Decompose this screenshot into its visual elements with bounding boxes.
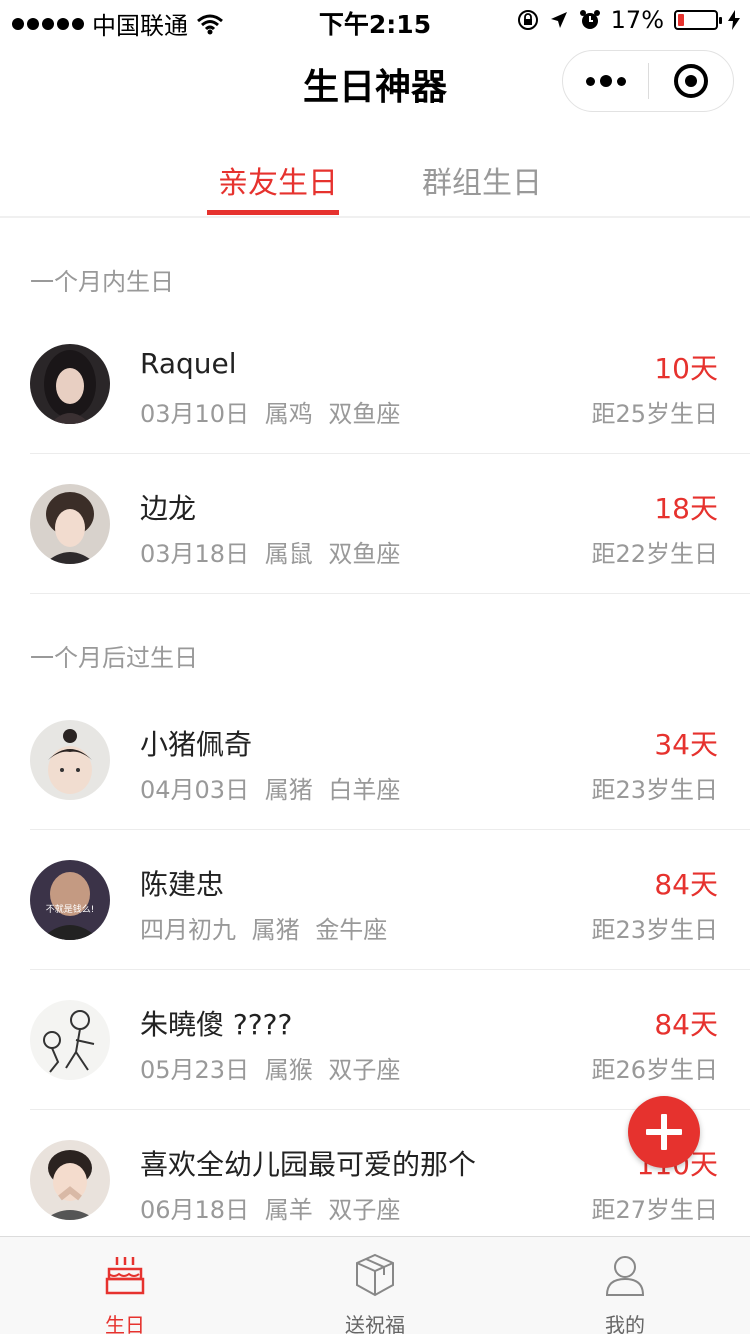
person-icon	[605, 1256, 645, 1296]
age-countdown: 距23岁生日	[591, 776, 718, 804]
birth-date: 05月23日	[140, 1056, 250, 1084]
list-item[interactable]: Raquel 03月10日 属鸡 双鱼座 10天 距25岁生日	[0, 314, 750, 454]
chinese-zodiac: 属猪	[251, 916, 300, 944]
days-until: 34天	[654, 728, 718, 761]
chinese-zodiac: 属鸡	[264, 400, 313, 428]
age-countdown: 距23岁生日	[591, 916, 718, 944]
contact-name: 朱曉傻 ????	[140, 1008, 293, 1041]
contact-meta: 四月初九 属猪 金牛座	[140, 910, 387, 945]
avatar	[30, 1140, 110, 1220]
avatar: 不就是钱么!	[30, 860, 110, 940]
row-divider	[30, 593, 750, 594]
days-until: 18天	[654, 492, 718, 525]
avatar	[30, 1000, 110, 1080]
more-dot-icon	[599, 75, 612, 87]
days-until: 84天	[654, 868, 718, 901]
tab-friends-birthday[interactable]: 亲友生日	[218, 158, 338, 202]
list-item[interactable]: 边龙 03月18日 属鼠 双鱼座 18天 距22岁生日	[0, 454, 750, 594]
contact-name: 陈建忠	[140, 868, 225, 901]
birth-date: 04月03日	[140, 776, 250, 804]
star-sign: 双鱼座	[328, 540, 401, 568]
tabbar-label: 我的	[605, 1313, 645, 1334]
tabbar-item-mine[interactable]: 我的	[500, 1237, 750, 1334]
active-tab-indicator	[207, 210, 339, 215]
chinese-zodiac: 属鼠	[264, 540, 313, 568]
birth-date: 03月10日	[140, 400, 250, 428]
contact-meta: 06月18日 属羊 双子座	[140, 1190, 400, 1225]
contact-name: 喜欢全幼儿园最可爱的那个	[140, 1148, 477, 1181]
age-countdown: 距22岁生日	[591, 540, 718, 568]
list-item[interactable]: 朱曉傻 ???? 05月23日 属猴 双子座 84天 距26岁生日	[0, 970, 750, 1110]
days-until: 10天	[654, 352, 718, 385]
contact-meta: 05月23日 属猴 双子座	[140, 1050, 400, 1085]
birth-date: 四月初九	[140, 916, 236, 944]
battery-icon	[674, 10, 722, 30]
more-menu-button[interactable]	[563, 51, 648, 111]
contact-meta: 03月10日 属鸡 双鱼座	[140, 394, 400, 429]
add-birthday-button[interactable]	[628, 1096, 700, 1168]
list-item[interactable]: 小猪佩奇 04月03日 属猪 白羊座 34天 距23岁生日	[0, 690, 750, 830]
chinese-zodiac: 属羊	[264, 1196, 313, 1224]
status-bar: 中国联通 下午2:15 17%	[0, 0, 750, 40]
avatar-caption: 不就是钱么!	[46, 903, 95, 915]
alarm-icon	[579, 10, 600, 29]
mini-program-capsule	[562, 50, 734, 112]
birth-date: 03月18日	[140, 540, 250, 568]
tab-group-birthday[interactable]: 群组生日	[422, 158, 542, 202]
contact-name: 边龙	[140, 492, 197, 525]
birth-date: 06月18日	[140, 1196, 250, 1224]
tabbar-item-send-wishes[interactable]: 送祝福	[250, 1237, 500, 1334]
contact-name: Raquel	[140, 347, 237, 380]
location-arrow-icon	[550, 12, 567, 28]
section-title-within-month: 一个月内生日	[30, 268, 174, 296]
section-title-after-month: 一个月后过生日	[30, 644, 198, 672]
cake-icon	[105, 1257, 145, 1295]
avatar	[30, 484, 110, 564]
star-sign: 双子座	[328, 1056, 401, 1084]
more-dot-icon	[616, 76, 626, 86]
contact-meta: 03月18日 属鼠 双鱼座	[140, 534, 400, 569]
status-right: 17%	[517, 6, 740, 34]
gift-box-icon	[356, 1253, 394, 1297]
contact-meta: 04月03日 属猪 白羊座	[140, 770, 400, 805]
battery-fill	[678, 14, 684, 26]
plus-icon	[646, 1114, 682, 1150]
age-countdown: 距26岁生日	[591, 1056, 718, 1084]
star-sign: 双鱼座	[328, 400, 401, 428]
bottom-tab-bar: 生日 送祝福 我的	[0, 1236, 750, 1334]
list-item[interactable]: 不就是钱么! 陈建忠 四月初九 属猪 金牛座 84天 距23岁生日	[0, 830, 750, 970]
tab-bar-top: 亲友生日 群组生日	[0, 138, 750, 218]
more-dot-icon	[585, 76, 595, 86]
age-countdown: 距27岁生日	[591, 1196, 718, 1224]
rotation-lock-icon	[517, 10, 538, 30]
tabbar-label: 生日	[105, 1313, 145, 1334]
target-ring-icon	[673, 64, 708, 98]
age-countdown: 距25岁生日	[591, 400, 718, 428]
star-sign: 金牛座	[315, 916, 388, 944]
contact-name: 小猪佩奇	[140, 728, 253, 761]
days-until: 84天	[654, 1008, 718, 1041]
charging-bolt-icon	[728, 10, 740, 30]
avatar	[30, 720, 110, 800]
tabbar-item-birthday[interactable]: 生日	[0, 1237, 250, 1334]
avatar	[30, 344, 110, 424]
close-mini-program-button[interactable]	[649, 51, 733, 111]
chinese-zodiac: 属猪	[264, 776, 313, 804]
star-sign: 双子座	[328, 1196, 401, 1224]
chinese-zodiac: 属猴	[264, 1056, 313, 1084]
tabbar-label: 送祝福	[345, 1313, 405, 1334]
battery-percent: 17%	[610, 6, 664, 34]
star-sign: 白羊座	[328, 776, 401, 804]
